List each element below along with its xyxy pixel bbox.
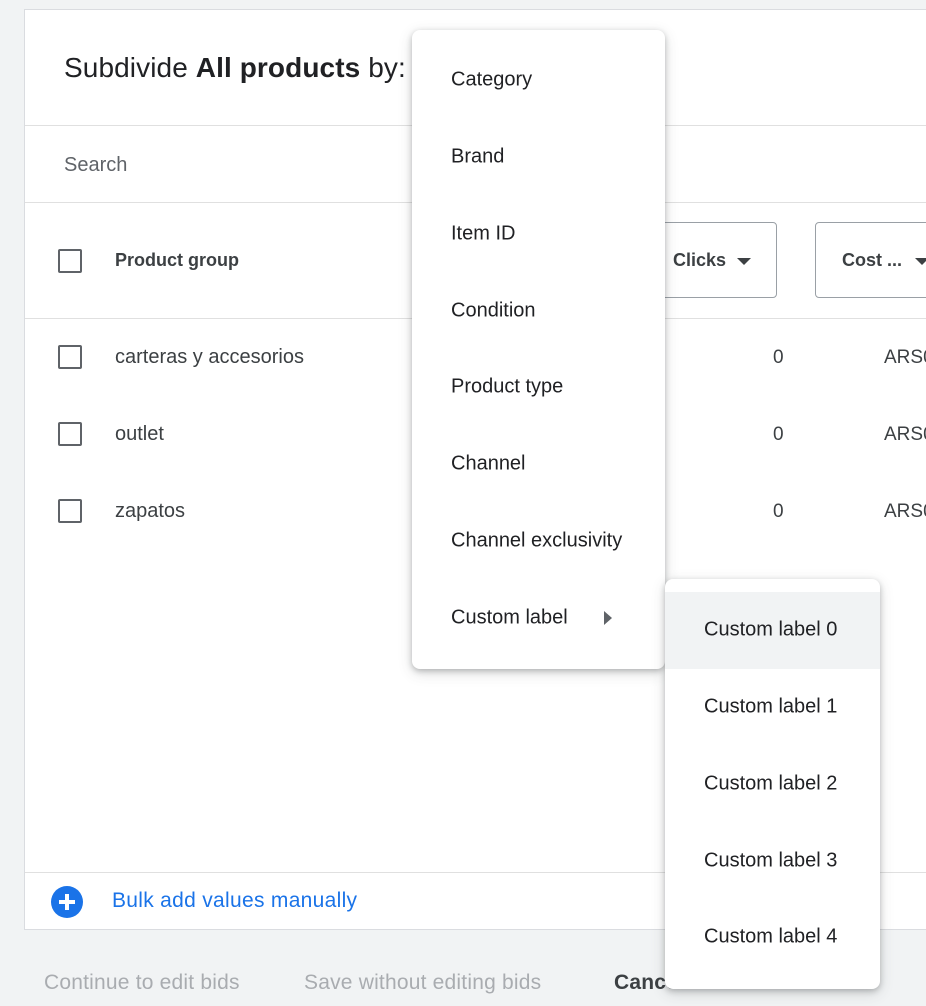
cost-column-label: Cost ...: [842, 250, 903, 270]
submenu-item-label: Custom label 4: [704, 925, 838, 948]
cost-value: ARS0: [884, 501, 926, 522]
continue-to-edit-bids-button[interactable]: Continue to edit bids: [44, 971, 240, 995]
submenu-item-custom-label-0[interactable]: Custom label 0: [665, 592, 880, 669]
menu-item-label: Channel exclusivity: [451, 529, 623, 552]
product-group-name: carteras y accesorios: [115, 346, 304, 368]
menu-item-channel-exclusivity[interactable]: Channel exclusivity: [412, 503, 665, 580]
submenu-item-label: Custom label 0: [704, 618, 838, 641]
menu-item-label: Product type: [451, 375, 564, 398]
submenu-item-custom-label-3[interactable]: Custom label 3: [665, 823, 880, 900]
select-all-checkbox[interactable]: [58, 249, 82, 273]
row-checkbox[interactable]: [58, 499, 82, 523]
clicks-column-label: Clicks: [673, 250, 727, 270]
clicks-value: 0: [773, 424, 784, 445]
menu-item-item-id[interactable]: Item ID: [412, 196, 665, 273]
menu-item-condition[interactable]: Condition: [412, 273, 665, 350]
chevron-right-icon: [604, 611, 612, 625]
submenu-item-custom-label-4[interactable]: Custom label 4: [665, 899, 880, 976]
title-bold: All products: [195, 52, 361, 83]
menu-item-product-type[interactable]: Product type: [412, 349, 665, 426]
cost-value: ARS0: [884, 424, 926, 445]
menu-item-category[interactable]: Category: [412, 42, 665, 119]
submenu-item-custom-label-1[interactable]: Custom label 1: [665, 669, 880, 746]
menu-item-label: Brand: [451, 145, 505, 168]
submenu-item-label: Custom label 2: [704, 772, 838, 795]
submenu-item-label: Custom label 1: [704, 695, 838, 718]
chevron-down-icon: [737, 258, 751, 265]
submenu-item-custom-label-2[interactable]: Custom label 2: [665, 746, 880, 823]
menu-item-label: Custom label: [451, 606, 568, 629]
product-group-name: outlet: [115, 423, 164, 445]
product-group-name: zapatos: [115, 500, 186, 522]
subdivide-dropdown-menu: Category Brand Item ID Condition Product…: [412, 30, 665, 669]
menu-item-label: Item ID: [451, 222, 516, 245]
title-prefix: Subdivide: [64, 52, 196, 83]
search-input[interactable]: [64, 150, 384, 180]
product-group-header: Product group: [115, 250, 239, 270]
add-circle-icon[interactable]: [51, 886, 83, 918]
menu-item-custom-label[interactable]: Custom label: [412, 580, 665, 657]
cost-value: ARS0: [884, 347, 926, 368]
row-checkbox[interactable]: [58, 422, 82, 446]
page-title: Subdivide All products by:: [64, 52, 406, 84]
bulk-add-link[interactable]: Bulk add values manually: [112, 889, 357, 913]
menu-item-channel[interactable]: Channel: [412, 426, 665, 503]
save-without-editing-bids-button[interactable]: Save without editing bids: [304, 971, 541, 995]
menu-item-label: Channel: [451, 452, 526, 475]
row-checkbox[interactable]: [58, 345, 82, 369]
title-suffix: by:: [360, 52, 406, 83]
submenu-item-label: Custom label 3: [704, 849, 838, 872]
clicks-value: 0: [773, 347, 784, 368]
menu-item-label: Condition: [451, 299, 536, 322]
cost-column-button[interactable]: Cost ...: [815, 222, 926, 298]
menu-item-label: Category: [451, 68, 533, 91]
custom-label-submenu: Custom label 0 Custom label 1 Custom lab…: [665, 579, 880, 989]
menu-item-brand[interactable]: Brand: [412, 119, 665, 196]
chevron-down-icon: [915, 258, 926, 265]
clicks-value: 0: [773, 501, 784, 522]
